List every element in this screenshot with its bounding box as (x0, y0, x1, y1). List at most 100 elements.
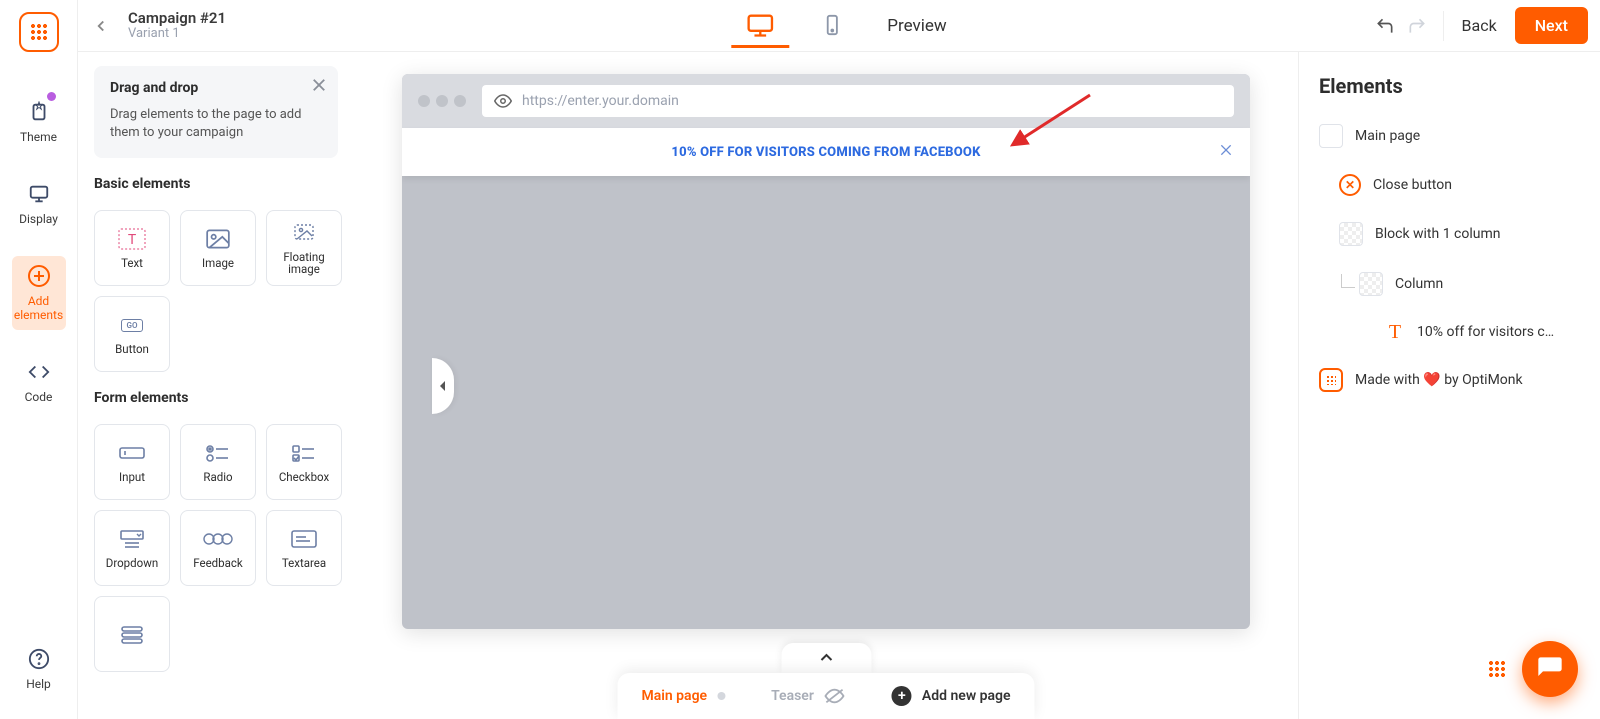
text-t-icon: T (1385, 322, 1405, 342)
page-main[interactable]: Main page (641, 688, 725, 704)
page-dot-icon (717, 692, 725, 700)
rail-display[interactable]: Display (12, 174, 66, 234)
floating-actions (1488, 641, 1578, 697)
header-right: Back Next (1375, 7, 1588, 44)
elements-palette: Drag and drop Drag elements to the page … (78, 52, 354, 719)
chat-button[interactable] (1522, 641, 1578, 697)
column-icon (1359, 272, 1383, 296)
dnd-title: Drag and drop (110, 80, 322, 96)
campaign-title: Campaign #21 (128, 10, 226, 26)
header-back-button[interactable] (86, 11, 116, 41)
eye-icon (494, 92, 512, 110)
text-icon: T (117, 227, 147, 251)
close-circle-icon: ✕ (1339, 174, 1361, 196)
block-icon (1339, 222, 1363, 246)
tile-button[interactable]: GO Button (94, 296, 170, 372)
header-center: Preview (731, 0, 946, 52)
theme-badge-dot (47, 92, 56, 101)
tile-floating-label: Floatingimage (283, 251, 324, 275)
rail-add-label: Addelements (14, 294, 63, 322)
back-link[interactable]: Back (1462, 16, 1497, 35)
canvas-area: https://enter.your.domain 10% OFF FOR VI… (354, 52, 1298, 719)
drag-drop-tip: Drag and drop Drag elements to the page … (94, 66, 338, 158)
redo-button[interactable] (1407, 16, 1427, 36)
tile-checkbox[interactable]: Checkbox (266, 424, 342, 500)
tile-checkbox-label: Checkbox (279, 471, 329, 483)
browser-bar: https://enter.your.domain (402, 74, 1250, 128)
tile-dropdown-label: Dropdown (106, 557, 158, 569)
tile-feedback[interactable]: Feedback (180, 510, 256, 586)
url-placeholder: https://enter.your.domain (522, 93, 679, 109)
tree-close-button[interactable]: ✕ Close button (1319, 166, 1580, 204)
tile-text-label: Text (121, 257, 143, 269)
next-button[interactable]: Next (1515, 7, 1588, 44)
app-logo[interactable] (19, 12, 59, 52)
rail-code[interactable]: Code (12, 352, 66, 412)
tile-floating-image[interactable]: Floatingimage (266, 210, 342, 286)
tile-image[interactable]: Image (180, 210, 256, 286)
browser-frame: https://enter.your.domain 10% OFF FOR VI… (402, 74, 1250, 629)
plus-circle-icon: + (892, 686, 912, 706)
radio-icon (203, 441, 233, 465)
dnd-description: Drag elements to the page to add them to… (110, 106, 322, 142)
rail-code-label: Code (25, 390, 53, 404)
tile-input[interactable]: Input (94, 424, 170, 500)
help-icon (27, 647, 51, 671)
page-bar-expand[interactable] (781, 643, 871, 673)
form-elements-grid: Input Radio Checkbox (94, 424, 338, 672)
tile-extra[interactable] (94, 596, 170, 672)
tile-image-label: Image (202, 257, 234, 269)
tile-textarea-label: Textarea (282, 557, 326, 569)
button-icon: GO (117, 313, 147, 337)
rail-display-label: Display (19, 212, 58, 226)
input-icon (117, 441, 147, 465)
code-icon (27, 360, 51, 384)
tree-column[interactable]: Column (1319, 264, 1580, 304)
dnd-close-button[interactable] (310, 76, 328, 98)
tile-text[interactable]: T Text (94, 210, 170, 286)
rail-help[interactable]: Help (12, 639, 66, 699)
add-page-button[interactable]: + Add new page (892, 686, 1011, 706)
promo-banner[interactable]: 10% OFF FOR VISITORS COMING FROM FACEBOO… (402, 128, 1250, 176)
rail-theme-label: Theme (20, 130, 57, 144)
tile-dropdown[interactable]: Dropdown (94, 510, 170, 586)
basic-elements-grid: T Text Image Floatingimag (94, 210, 338, 372)
tree-block[interactable]: Block with 1 column (1319, 214, 1580, 254)
header: Campaign #21 Variant 1 Preview (78, 0, 1600, 52)
tree-main-page[interactable]: Main page (1319, 116, 1580, 156)
left-rail: Theme Display Addelements Code Help (0, 0, 78, 719)
dropdown-icon (117, 527, 147, 551)
hidden-icon (824, 687, 846, 705)
undo-button[interactable] (1375, 16, 1395, 36)
tile-radio[interactable]: Radio (180, 424, 256, 500)
image-icon (203, 227, 233, 251)
rail-add-elements[interactable]: Addelements (12, 256, 66, 330)
preview-link[interactable]: Preview (887, 16, 946, 36)
desktop-device-button[interactable] (731, 4, 789, 48)
page-teaser[interactable]: Teaser (771, 687, 846, 705)
textarea-icon (289, 527, 319, 551)
banner-close-button[interactable] (1218, 142, 1234, 162)
header-title-block: Campaign #21 Variant 1 (128, 10, 226, 42)
rail-theme[interactable]: Theme (12, 92, 66, 152)
form-elements-heading: Form elements (94, 390, 338, 406)
url-input[interactable]: https://enter.your.domain (482, 85, 1234, 117)
floating-image-icon (289, 221, 319, 245)
page-icon (1319, 124, 1343, 148)
elements-panel-title: Elements (1319, 74, 1580, 98)
tree-text-node[interactable]: T 10% off for visitors c… (1319, 314, 1580, 350)
display-icon (27, 182, 51, 206)
tile-textarea[interactable]: Textarea (266, 510, 342, 586)
tile-feedback-label: Feedback (193, 557, 242, 569)
drag-handle-icon[interactable] (1488, 660, 1506, 678)
undo-redo-group (1375, 11, 1444, 41)
mobile-device-button[interactable] (803, 4, 861, 48)
variant-label: Variant 1 (128, 26, 226, 42)
tile-input-label: Input (119, 471, 145, 483)
tree-optimonk-badge[interactable]: Made with ❤️ by OptiMonk (1319, 360, 1580, 400)
rail-help-label: Help (26, 677, 51, 691)
tile-radio-label: Radio (203, 471, 232, 483)
tile-button-label: Button (115, 343, 149, 355)
basic-elements-heading: Basic elements (94, 176, 338, 192)
add-icon (27, 264, 51, 288)
